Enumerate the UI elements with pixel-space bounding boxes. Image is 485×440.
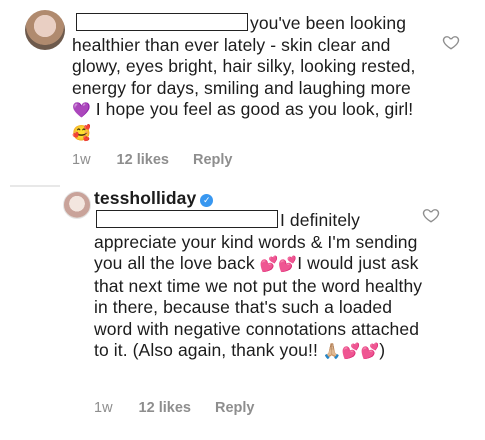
smiling-hearts-emoji: 🥰 [72,123,91,142]
purple-heart-emoji: 💜 [72,101,91,119]
time-ago: 1w [94,400,113,416]
reply-text: I definitely appreciate your kind words … [94,210,423,360]
comment-card-1: you've been looking healthier than ever … [10,0,475,185]
reply-button[interactable]: Reply [193,152,233,168]
time-ago: 1w [72,152,91,168]
likes-count[interactable]: 12 likes [117,152,169,168]
likes-count[interactable]: 12 likes [139,400,191,416]
username[interactable]: tessholliday [94,188,196,208]
praying-hands-hearts-emoji: 🙏🏼💕💕 [322,342,380,360]
redacted-username [96,210,278,228]
verified-badge-icon: ✓ [200,194,214,207]
heart-outline-icon[interactable] [422,206,440,224]
avatar[interactable] [63,191,91,219]
reply-meta: 1w 12 likes Reply [94,400,278,416]
comment-text: you've been looking healthier than ever … [72,13,416,142]
two-hearts-emoji: 💕💕 [259,255,298,273]
avatar[interactable] [25,10,65,50]
heart-outline-icon[interactable] [442,33,460,51]
redacted-username [76,13,248,31]
reply-header: tessholliday ✓ [94,188,424,210]
reply-card: tessholliday ✓ I definitely appreciate yo… [60,185,475,425]
comment-meta: 1w 12 likes Reply [72,152,256,168]
left-margin [0,0,10,440]
reply-button[interactable]: Reply [215,400,255,416]
